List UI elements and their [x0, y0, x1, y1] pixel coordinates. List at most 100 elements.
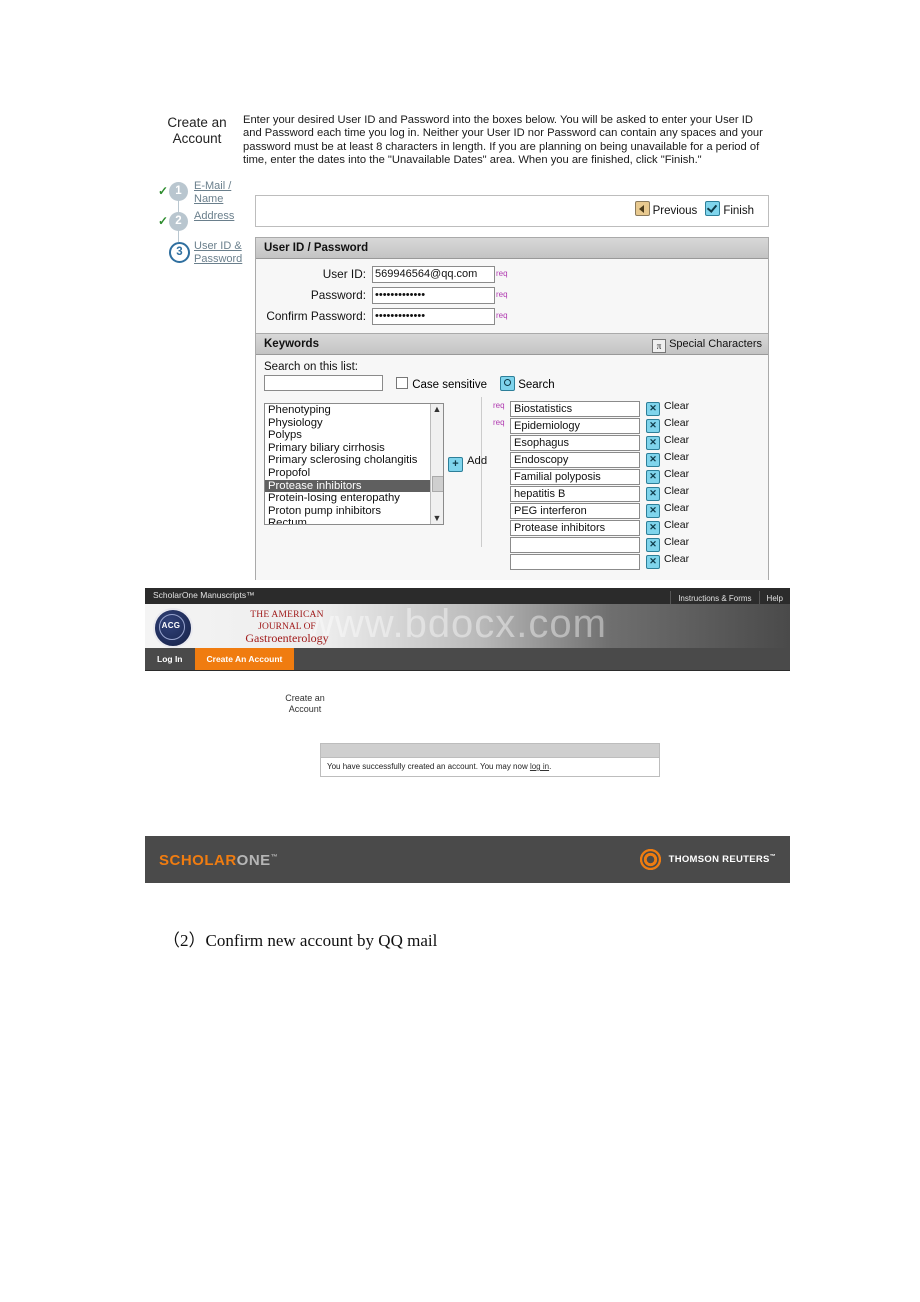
special-characters-button[interactable]: π Special Characters — [652, 334, 762, 354]
journal-title: THE AMERICAN JOURNAL OF Gastroenterology — [197, 610, 377, 645]
step-label[interactable]: E-Mail / Name — [194, 180, 252, 205]
list-item[interactable]: Rectum — [265, 517, 443, 524]
list-item-selected[interactable]: Protease inhibitors — [265, 479, 443, 493]
clear-keyword-button[interactable]: ✕ Clear — [646, 417, 689, 433]
clear-keyword-button[interactable]: ✕ Clear — [646, 553, 689, 569]
keyword-input[interactable]: PEG interferon — [510, 503, 640, 519]
case-sensitive-label: Case sensitive — [412, 379, 487, 391]
case-sensitive-checkbox[interactable] — [396, 377, 409, 389]
scrollbar-thumb[interactable] — [432, 476, 443, 492]
sidebar-item-userid-password[interactable]: 3 User ID & Password — [158, 240, 252, 272]
step-number-badge: 1 — [169, 182, 188, 201]
tab-create-an-account[interactable]: Create An Account — [194, 648, 295, 670]
listbox-scrollbar[interactable]: ▲ ▼ — [430, 404, 443, 524]
keyword-search-label: Search on this list: — [264, 361, 358, 373]
list-item[interactable]: Phenotyping — [265, 404, 443, 417]
wizard-step-rail: ✓ 1 E-Mail / Name ✓ 2 Address 3 User ID … — [158, 180, 252, 272]
clear-keyword-button[interactable]: ✕ Clear — [646, 485, 689, 501]
keyword-input[interactable]: Familial polyposis — [510, 469, 640, 485]
scholarone-logo-tm: ™ — [270, 854, 279, 861]
clear-keyword-button[interactable]: ✕ Clear — [646, 451, 689, 467]
list-item[interactable]: Primary biliary cirrhosis — [265, 442, 443, 455]
list-item[interactable]: Protein-losing enteropathy — [265, 492, 443, 505]
keyword-input[interactable]: hepatitis B — [510, 486, 640, 502]
keyword-input[interactable]: Endoscopy — [510, 452, 640, 468]
clear-keyword-button[interactable]: ✕ Clear — [646, 434, 689, 450]
list-item[interactable]: Polyps — [265, 429, 443, 442]
clear-keyword-button[interactable]: ✕ Clear — [646, 468, 689, 484]
keywords-body: Phenotyping Physiology Polyps Primary bi… — [256, 397, 768, 570]
thomson-reuters-label: THOMSON REUTERS™ — [669, 854, 776, 865]
clear-label: Clear — [664, 434, 690, 446]
wizard-nav-panel: Previous Finish — [255, 195, 769, 227]
keyword-row: Protease inhibitors ✕ Clear — [488, 519, 768, 536]
special-characters-label: Special Characters — [669, 338, 762, 350]
userid-password-section: User ID / Password User ID: 569946564@qq… — [255, 237, 769, 334]
sidebar-item-email-name[interactable]: ✓ 1 E-Mail / Name — [158, 180, 252, 212]
keyword-input[interactable]: Protease inhibitors — [510, 520, 640, 536]
scholarone-brand-label: ScholarOne Manuscripts™ — [153, 590, 255, 600]
scholarone-main-content: Create an Account You have successfully … — [145, 671, 790, 836]
confirm-password-field-row: Confirm Password: ••••••••••••• req — [256, 306, 768, 327]
list-item[interactable]: Propofol — [265, 467, 443, 480]
log-in-link[interactable]: log in — [530, 762, 549, 771]
password-field-row: Password: ••••••••••••• req — [256, 285, 768, 306]
x-icon: ✕ — [646, 436, 660, 450]
confirm-password-label: Confirm Password: — [266, 309, 366, 323]
thomson-reuters-logo: THOMSON REUTERS™ — [638, 848, 776, 872]
wizard-instructions: Enter your desired User ID and Password … — [243, 114, 763, 167]
keywords-header: Keywords π Special Characters — [256, 334, 768, 355]
clear-keyword-button[interactable]: ✕ Clear — [646, 536, 689, 552]
thomson-reuters-tm: ™ — [769, 854, 776, 860]
clear-label: Clear — [664, 502, 690, 514]
scroll-down-arrow-icon[interactable]: ▼ — [431, 513, 443, 524]
sidebar-item-address[interactable]: ✓ 2 Address — [158, 210, 252, 242]
wizard-nav-buttons: Previous Finish — [634, 201, 762, 217]
userid-required-marker: req — [496, 269, 508, 278]
keyword-input[interactable]: Esophagus — [510, 435, 640, 451]
finish-button[interactable]: Finish — [705, 201, 754, 217]
list-item[interactable]: Primary sclerosing cholangitis — [265, 454, 443, 467]
step-label[interactable]: Address — [194, 210, 252, 223]
keyword-search-button[interactable]: Search — [490, 376, 555, 391]
add-keyword-button[interactable]: + Add — [448, 455, 487, 472]
clear-label: Clear — [664, 536, 690, 548]
magnifier-icon — [500, 376, 516, 391]
keyword-search-input[interactable] — [264, 375, 383, 391]
clear-keyword-button[interactable]: ✕ Clear — [646, 400, 689, 416]
keyword-source-listbox[interactable]: Phenotyping Physiology Polyps Primary bi… — [264, 403, 444, 525]
keyword-input[interactable]: Biostatistics — [510, 401, 640, 417]
confirm-password-input[interactable]: ••••••••••••• — [372, 308, 495, 325]
scholarone-footer: SCHOLARONE™ THOMSON REUTERS™ — [145, 836, 790, 883]
step-label[interactable]: User ID & Password — [194, 240, 252, 265]
finish-button-label: Finish — [723, 205, 754, 217]
clear-keyword-button[interactable]: ✕ Clear — [646, 502, 689, 518]
password-input[interactable]: ••••••••••••• — [372, 287, 495, 304]
clear-label: Clear — [664, 485, 690, 497]
previous-button[interactable]: Previous — [634, 201, 697, 217]
tab-log-in[interactable]: Log In — [145, 648, 195, 670]
keyword-input[interactable] — [510, 554, 640, 570]
scroll-up-arrow-icon[interactable]: ▲ — [431, 404, 443, 415]
keyword-row: ✕ Clear — [488, 553, 768, 570]
list-item[interactable]: Physiology — [265, 417, 443, 430]
userid-label: User ID: — [322, 267, 366, 281]
acg-logo-text: ACG — [161, 621, 181, 630]
wizard-page-title: Create an Account — [158, 115, 236, 147]
x-icon: ✕ — [646, 555, 660, 569]
scholarone-topbar-links: Instructions & Forms Help — [670, 588, 790, 607]
x-icon: ✕ — [646, 402, 660, 416]
keyword-input[interactable] — [510, 537, 640, 553]
keyword-input[interactable]: Epidemiology — [510, 418, 640, 434]
userid-field-row: User ID: 569946564@qq.com req — [256, 264, 768, 285]
x-icon: ✕ — [646, 453, 660, 467]
step-number-badge: 3 — [169, 242, 190, 263]
plus-icon: + — [448, 457, 463, 472]
userid-input[interactable]: 569946564@qq.com — [372, 266, 495, 283]
clear-keyword-button[interactable]: ✕ Clear — [646, 519, 689, 535]
clear-label: Clear — [664, 400, 690, 412]
keyword-row: req Epidemiology ✕ Clear — [488, 417, 768, 434]
wizard-page-title-line2: Account — [172, 131, 222, 146]
list-item[interactable]: Proton pump inhibitors — [265, 505, 443, 518]
scholarone-topbar: ScholarOne Manuscripts™ Instructions & F… — [145, 588, 790, 607]
